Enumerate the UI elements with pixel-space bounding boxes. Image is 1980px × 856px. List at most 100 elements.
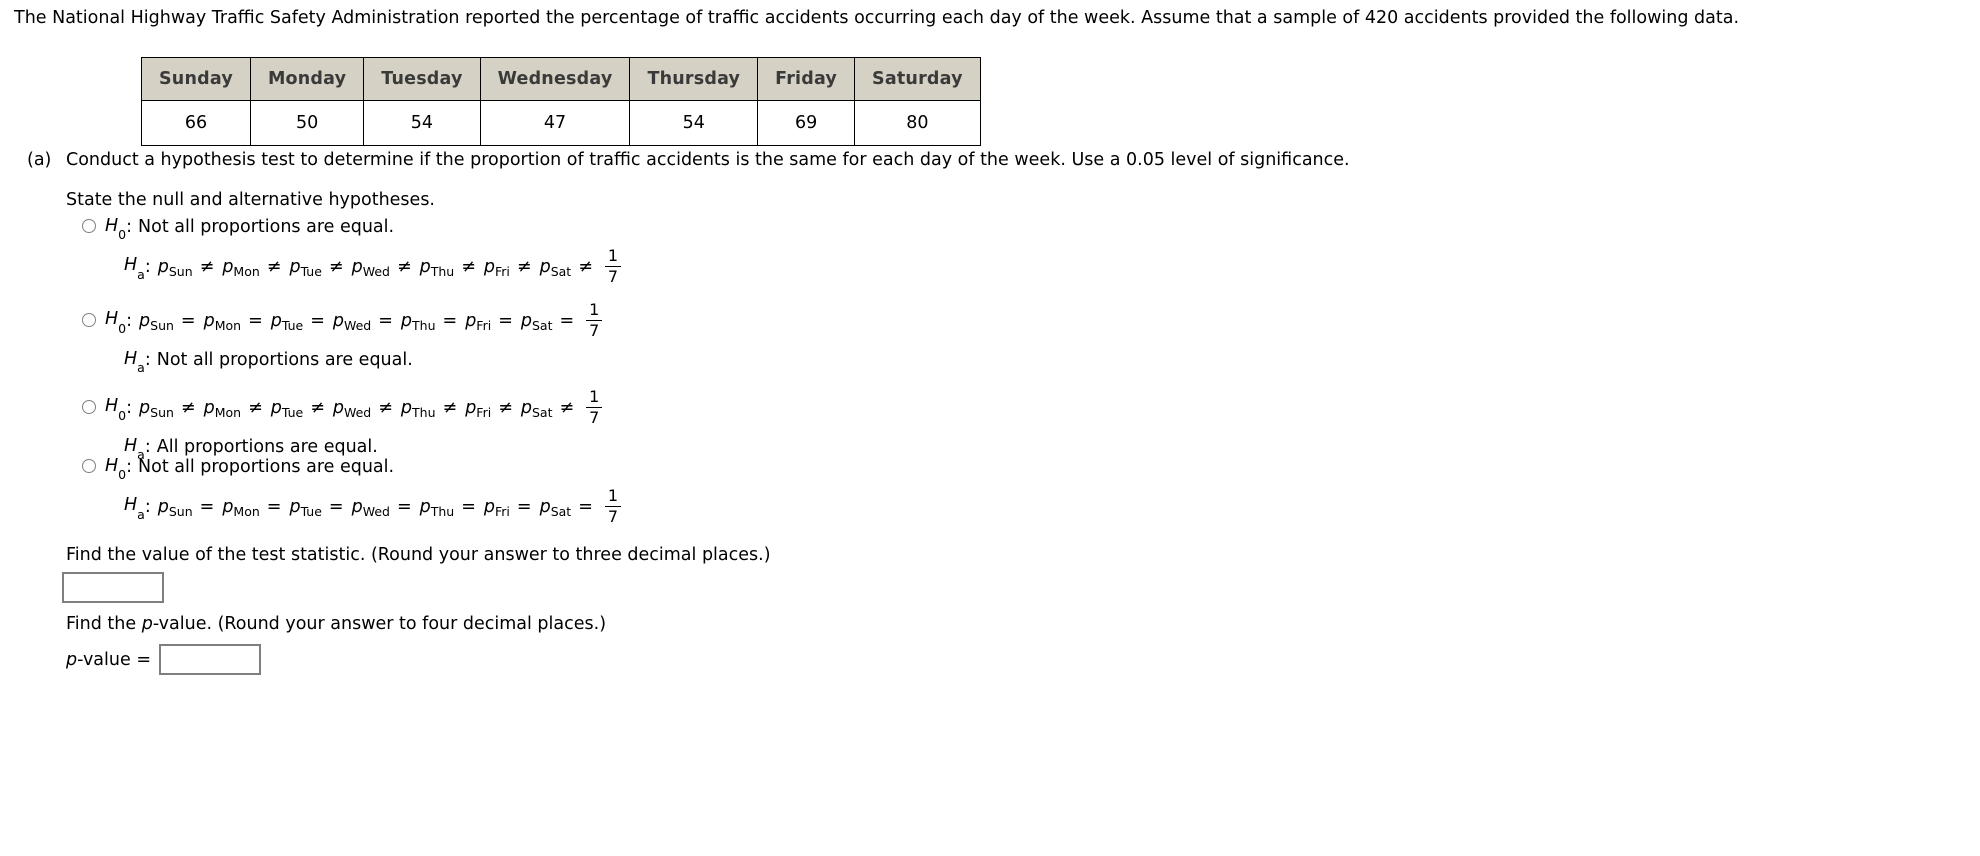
hypothesis-colon: : bbox=[126, 397, 133, 418]
equals-operator: = bbox=[578, 496, 593, 517]
proportion-symbol-tue: pTue bbox=[270, 310, 304, 333]
proportion-symbol-mon: pMon bbox=[222, 256, 260, 279]
not-equals-operator: ≠ bbox=[328, 256, 344, 277]
not-equals-operator: ≠ bbox=[516, 256, 532, 277]
option-2-line-2: Ha: Not all proportions are equal. bbox=[82, 347, 602, 376]
proportion-subscript: Sat bbox=[531, 404, 553, 420]
option-1-line-2: Ha: pSun ≠ pMon ≠ pTue ≠ pWed ≠ pThu ≠ pFri ≠ pSat ≠ 1 7 bbox=[82, 246, 622, 285]
not-equals-operator: ≠ bbox=[461, 256, 476, 277]
p-value-question-suffix: -value. (Round your answer to four decim… bbox=[152, 614, 607, 634]
radio-button-option-2[interactable] bbox=[82, 312, 96, 327]
hypothesis-symbol: Ha bbox=[124, 348, 145, 376]
option-2-hypothesis-null: H0: pSun = pMon = pTue = pWed = pThu = pFri = pSat = 1 7 bbox=[105, 300, 603, 339]
hypothesis-option-3[interactable]: H0: pSun ≠ pMon ≠ pTue ≠ pWed ≠ pThu ≠ pFri ≠ pSat ≠ 1 7… bbox=[82, 389, 603, 462]
proportion-symbol-fri: pFri bbox=[465, 397, 492, 420]
not-equals-operator: ≠ bbox=[266, 256, 282, 277]
fraction-denominator: 7 bbox=[589, 408, 600, 427]
proportion-subscript: Wed bbox=[343, 404, 372, 420]
proportion-symbol-sat: pSat bbox=[520, 310, 553, 333]
proportion-symbol-wed: pWed bbox=[351, 256, 390, 279]
table-cell-monday: 50 bbox=[249, 100, 365, 146]
proportion-subscript: Fri bbox=[495, 503, 510, 519]
proportion-subscript: Sat bbox=[550, 503, 572, 519]
proportion-symbol-mon: pMon bbox=[203, 310, 242, 333]
p-value-label-rest: -value = bbox=[77, 649, 151, 670]
hypothesis-option-2[interactable]: H0: pSun = pMon = pTue = pWed = pThu = pFri = pSat = 1 7… bbox=[82, 300, 603, 376]
option-4-line-1[interactable]: H0: Not all proportions are equal. bbox=[82, 454, 621, 482]
table-header-saturday: Saturday bbox=[854, 57, 981, 101]
not-equals-operator: ≠ bbox=[498, 397, 513, 418]
hypothesis-colon: : bbox=[126, 310, 133, 331]
radio-button-option-3[interactable] bbox=[82, 399, 96, 414]
hypothesis-symbol: H0 bbox=[105, 215, 127, 243]
proportion-subscript: Tue bbox=[281, 317, 304, 333]
option-3-line-1[interactable]: H0: pSun ≠ pMon ≠ pTue ≠ pWed ≠ pThu ≠ pFri ≠ pSat ≠ 1 7 bbox=[82, 389, 603, 427]
proportion-subscript: Sun bbox=[168, 503, 193, 519]
proportion-subscript: Sat bbox=[550, 263, 572, 279]
proportion-subscript: Thu bbox=[430, 503, 455, 519]
proportion-subscript: Mon bbox=[214, 317, 242, 333]
hypothesis-subscript: a bbox=[137, 506, 145, 522]
table-cell-wednesday: 47 bbox=[479, 100, 631, 146]
not-equals-operator: ≠ bbox=[378, 397, 393, 418]
proportion-subscript: Sun bbox=[150, 404, 174, 420]
proportion-subscript: Sun bbox=[150, 317, 174, 333]
proportion-symbol-wed: pWed bbox=[332, 310, 372, 333]
table-header-friday: Friday bbox=[757, 57, 856, 101]
hypothesis-option-4[interactable]: H0: Not all proportions are equal. Ha: pSu… bbox=[82, 454, 622, 525]
radio-button-option-1[interactable] bbox=[82, 219, 96, 233]
p-value-question: Find the p-value. (Round your answer to … bbox=[66, 614, 606, 634]
proportion-symbol-thu: pThu bbox=[400, 310, 436, 333]
proportion-subscript: Wed bbox=[362, 503, 390, 519]
fraction-numerator: 1 bbox=[607, 486, 619, 505]
not-equals-operator: ≠ bbox=[248, 397, 263, 418]
hypothesis-subscript: 0 bbox=[118, 407, 127, 423]
option-2-line-1[interactable]: H0: pSun = pMon = pTue = pWed = pThu = pFri = pSat = 1 7 bbox=[82, 300, 603, 339]
p-value-answer-row: p-value = bbox=[66, 644, 261, 675]
p-value-label-italic-p: p bbox=[66, 649, 78, 670]
option-4-hypothesis-alt: Ha: pSun = pMon = pTue = pWed = pThu = pFri = pSat = 1 7 bbox=[124, 486, 622, 525]
p-value-input[interactable] bbox=[158, 644, 261, 675]
proportion-subscript: Fri bbox=[495, 263, 510, 279]
table-cell-thursday: 54 bbox=[629, 100, 759, 146]
hypothesis-subscript: a bbox=[137, 266, 145, 282]
proportion-subscript: Fri bbox=[476, 317, 492, 333]
radio-button-option-4[interactable] bbox=[82, 459, 96, 473]
proportion-symbol-thu: pThu bbox=[419, 256, 455, 279]
data-table-wrapper: Sunday Monday Tuesday Wednesday Thursday… bbox=[141, 57, 981, 146]
proportion-symbol-mon: pMon bbox=[222, 496, 260, 519]
fraction-numerator: 1 bbox=[607, 246, 619, 265]
hypothesis-statement-text: Not all proportions are equal. bbox=[156, 350, 413, 370]
equals-operator: = bbox=[378, 310, 393, 331]
proportion-symbol-thu: pThu bbox=[419, 496, 455, 519]
equals-operator: = bbox=[248, 310, 263, 331]
proportion-subscript: Mon bbox=[214, 404, 242, 420]
test-statistic-input[interactable] bbox=[62, 572, 164, 603]
proportion-subscript: Thu bbox=[430, 263, 455, 279]
table-cell-tuesday: 54 bbox=[363, 100, 481, 146]
table-cell-sunday: 66 bbox=[141, 100, 251, 146]
hypothesis-subscript: 0 bbox=[118, 227, 127, 243]
option-2-hypothesis-alt: Ha: Not all proportions are equal. bbox=[124, 348, 413, 376]
equals-operator: = bbox=[461, 496, 476, 517]
option-1-line-1[interactable]: H0: Not all proportions are equal. bbox=[82, 214, 621, 243]
part-a-marker: (a) bbox=[27, 150, 52, 170]
hypothesis-colon: : bbox=[144, 496, 151, 517]
equals-operator: = bbox=[180, 310, 196, 331]
not-equals-operator: ≠ bbox=[180, 397, 196, 418]
table-header-sunday: Sunday bbox=[141, 57, 251, 101]
not-equals-operator: ≠ bbox=[396, 256, 412, 277]
equals-operator: = bbox=[442, 310, 458, 331]
proportion-symbol-wed: pWed bbox=[332, 397, 372, 420]
hypothesis-colon: : bbox=[126, 457, 133, 477]
table-cell-saturday: 80 bbox=[854, 100, 981, 146]
proportion-symbol-sat: pSat bbox=[539, 256, 572, 279]
fraction-numerator: 1 bbox=[589, 300, 600, 319]
hypothesis-symbol: Ha bbox=[124, 495, 145, 522]
proportion-symbol-sat: pSat bbox=[539, 496, 572, 519]
proportion-symbol-tue: pTue bbox=[270, 397, 304, 420]
proportion-subscript: Wed bbox=[343, 317, 372, 333]
hypothesis-option-1[interactable]: H0: Not all proportions are equal. Ha: pSu… bbox=[82, 214, 622, 285]
table-header-row: Sunday Monday Tuesday Wednesday Thursday… bbox=[141, 57, 981, 101]
p-value-question-italic-p: p bbox=[141, 614, 153, 634]
